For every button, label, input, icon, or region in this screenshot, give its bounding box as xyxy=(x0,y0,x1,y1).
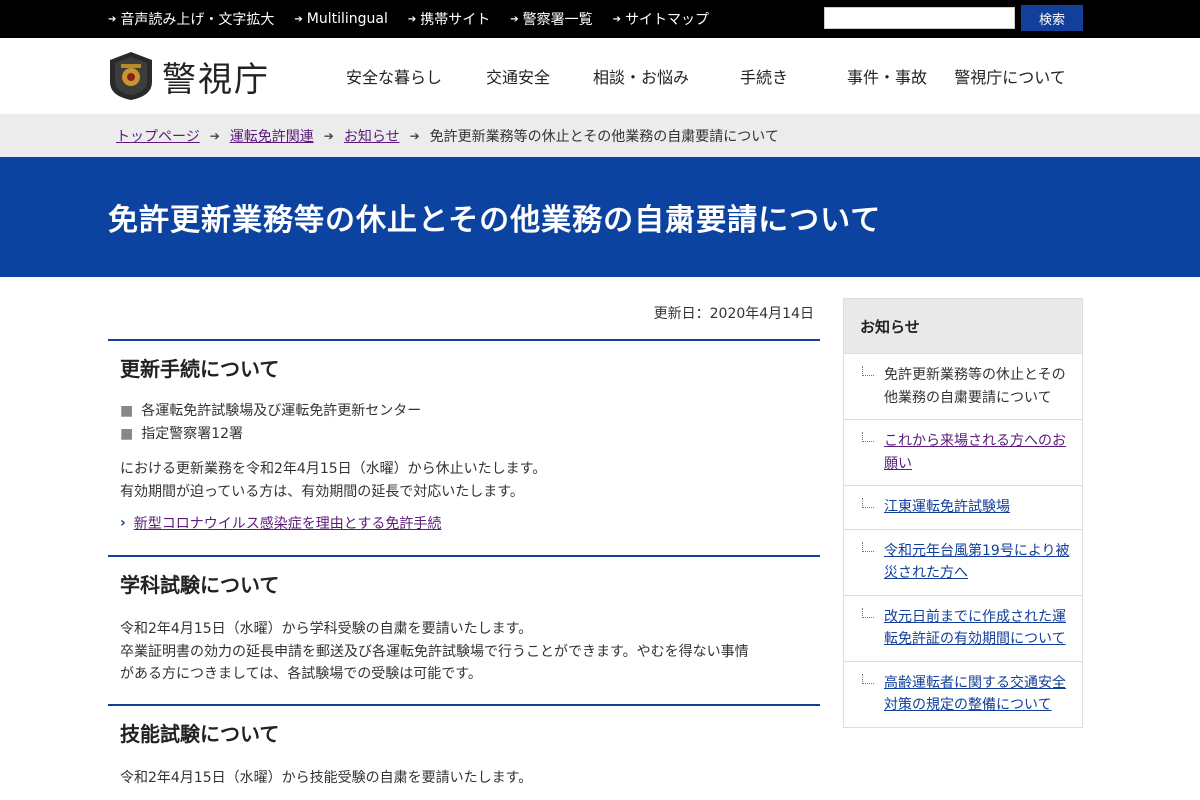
nav-item-traffic-safety[interactable]: 交通安全 xyxy=(458,64,578,88)
arrow-right-icon: ➔ xyxy=(294,13,303,25)
utility-link-accessibility[interactable]: ➔ 音声読み上げ・文字拡大 xyxy=(108,9,274,29)
sidebar-title: お知らせ xyxy=(844,299,1082,353)
site-header: 警視庁 安全な暮らし 交通安全 相談・お悩み 手続き 事件・事故 警視庁について xyxy=(0,38,1200,114)
utility-link-sitemap[interactable]: ➔ サイトマップ xyxy=(613,9,709,29)
tree-line-icon xyxy=(862,432,874,442)
utility-link-multilingual[interactable]: ➔ Multilingual xyxy=(294,11,388,27)
nav-item-incidents[interactable]: 事件・事故 xyxy=(824,64,950,88)
chevron-right-icon: › xyxy=(120,515,126,531)
search-button[interactable]: 検索 xyxy=(1021,5,1083,31)
sidebar-item-era-change[interactable]: 改元日前までに作成された運転免許証の有効期間について xyxy=(844,594,1082,661)
site-title: 警視庁 xyxy=(162,59,270,100)
renewal-paragraph: における更新業務を令和2年4月15日（水曜）から休止いたします。 有効期間が迫っ… xyxy=(120,461,547,500)
section-heading-skill-exam: 技能試験について xyxy=(108,703,820,747)
tree-line-icon xyxy=(862,541,874,552)
sidebar-item-elderly[interactable]: 高齢運転者に関する交通安全対策の規定の整備について xyxy=(844,660,1082,727)
covid-procedure-link[interactable]: › 新型コロナウイルス感染症を理由とする免許手続 xyxy=(108,513,820,533)
arrow-right-icon: ➔ xyxy=(209,128,220,143)
tree-line-icon xyxy=(862,498,874,508)
covid-procedure-link-text[interactable]: 新型コロナウイルス感染症を理由とする免許手続 xyxy=(134,513,442,533)
skill-exam-paragraph: 令和2年4月15日（水曜）から技能受験の自粛を要請いたします。 xyxy=(120,769,533,786)
breadcrumb-link-top[interactable]: トップページ xyxy=(116,126,200,146)
sidebar-item-koto[interactable]: 江東運転免許試験場 xyxy=(844,485,1082,529)
breadcrumb-current: 免許更新業務等の休止とその他業務の自粛要請について xyxy=(429,128,779,145)
utility-links: ➔ 音声読み上げ・文字拡大 ➔ Multilingual ➔ 携帯サイト ➔ 警察署一覧… xyxy=(108,0,729,38)
arrow-right-icon: ➔ xyxy=(612,13,622,25)
sidebar-item-visitors[interactable]: これから来場される方へのお願い xyxy=(844,419,1082,485)
list-item: ■ 指定警察署12署 xyxy=(120,426,244,442)
section-heading-written-exam: 学科試験について xyxy=(108,555,820,598)
nav-item-consultation[interactable]: 相談・お悩み xyxy=(578,64,704,88)
utility-bar: ➔ 音声読み上げ・文字拡大 ➔ Multilingual ➔ 携帯サイト ➔ 警察署一覧… xyxy=(0,0,1200,38)
breadcrumb-link-license[interactable]: 運転免許関連 xyxy=(230,126,314,146)
global-nav: 安全な暮らし 交通安全 相談・お悩み 手続き 事件・事故 警視庁について xyxy=(330,38,1070,114)
sidebar-item-typhoon[interactable]: 令和元年台風第19号により被災された方へ xyxy=(844,528,1082,595)
utility-link-police-stations[interactable]: ➔ 警察署一覧 xyxy=(510,9,592,29)
tree-line-icon xyxy=(862,673,874,684)
page-banner: 免許更新業務等の休止とその他業務の自粛要請について xyxy=(0,157,1200,277)
nav-item-procedures[interactable]: 手続き xyxy=(704,64,824,88)
bullet-icon: ■ xyxy=(120,426,134,442)
arrow-right-icon: ➔ xyxy=(510,13,519,25)
list-item: ■ 各運転免許試験場及び運転免許更新センター xyxy=(120,403,422,419)
arrow-right-icon: ➔ xyxy=(108,13,117,25)
arrow-right-icon: ➔ xyxy=(323,128,334,143)
page-title: 免許更新業務等の休止とその他業務の自粛要請について xyxy=(108,203,882,238)
arrow-right-icon: ➔ xyxy=(407,13,417,25)
utility-link-mobile[interactable]: ➔ 携帯サイト xyxy=(408,9,490,29)
police-emblem-icon xyxy=(110,52,152,100)
bullet-icon: ■ xyxy=(120,403,134,419)
renewal-location-list: ■ 各運転免許試験場及び運転免許更新センター ■ 指定警察署12署 xyxy=(108,400,820,446)
breadcrumb-link-news[interactable]: お知らせ xyxy=(344,126,400,146)
tree-line-icon xyxy=(862,366,874,376)
sidebar-news: お知らせ 免許更新業務等の休止とその他業務の自粛要請について これから来場される… xyxy=(843,298,1083,728)
breadcrumb: トップページ ➔ 運転免許関連 ➔ お知らせ ➔ 免許更新業務等の休止とその他業… xyxy=(0,114,1200,157)
sidebar-item-current: 免許更新業務等の休止とその他業務の自粛要請について xyxy=(844,353,1082,419)
nav-item-safe-living[interactable]: 安全な暮らし xyxy=(330,64,458,88)
nav-item-about[interactable]: 警視庁について xyxy=(950,64,1070,88)
main-content: 更新日：2020年4月14日 更新手続について ■ 各運転免許試験場及び運転免許更… xyxy=(108,277,820,789)
updated-date: 更新日：2020年4月14日 xyxy=(653,306,814,322)
written-exam-paragraph: 令和2年4月15日（水曜）から学科受験の自粛を要請いたします。 卒業証明書の効力… xyxy=(120,621,749,682)
content-area: 更新日：2020年4月14日 更新手続について ■ 各運転免許試験場及び運転免許更… xyxy=(0,277,1200,800)
tree-line-icon xyxy=(862,607,874,618)
search-input[interactable] xyxy=(824,7,1015,29)
site-logo[interactable]: 警視庁 xyxy=(108,50,270,102)
arrow-right-icon: ➔ xyxy=(409,128,420,143)
section-heading-renewal: 更新手続について xyxy=(108,339,820,382)
